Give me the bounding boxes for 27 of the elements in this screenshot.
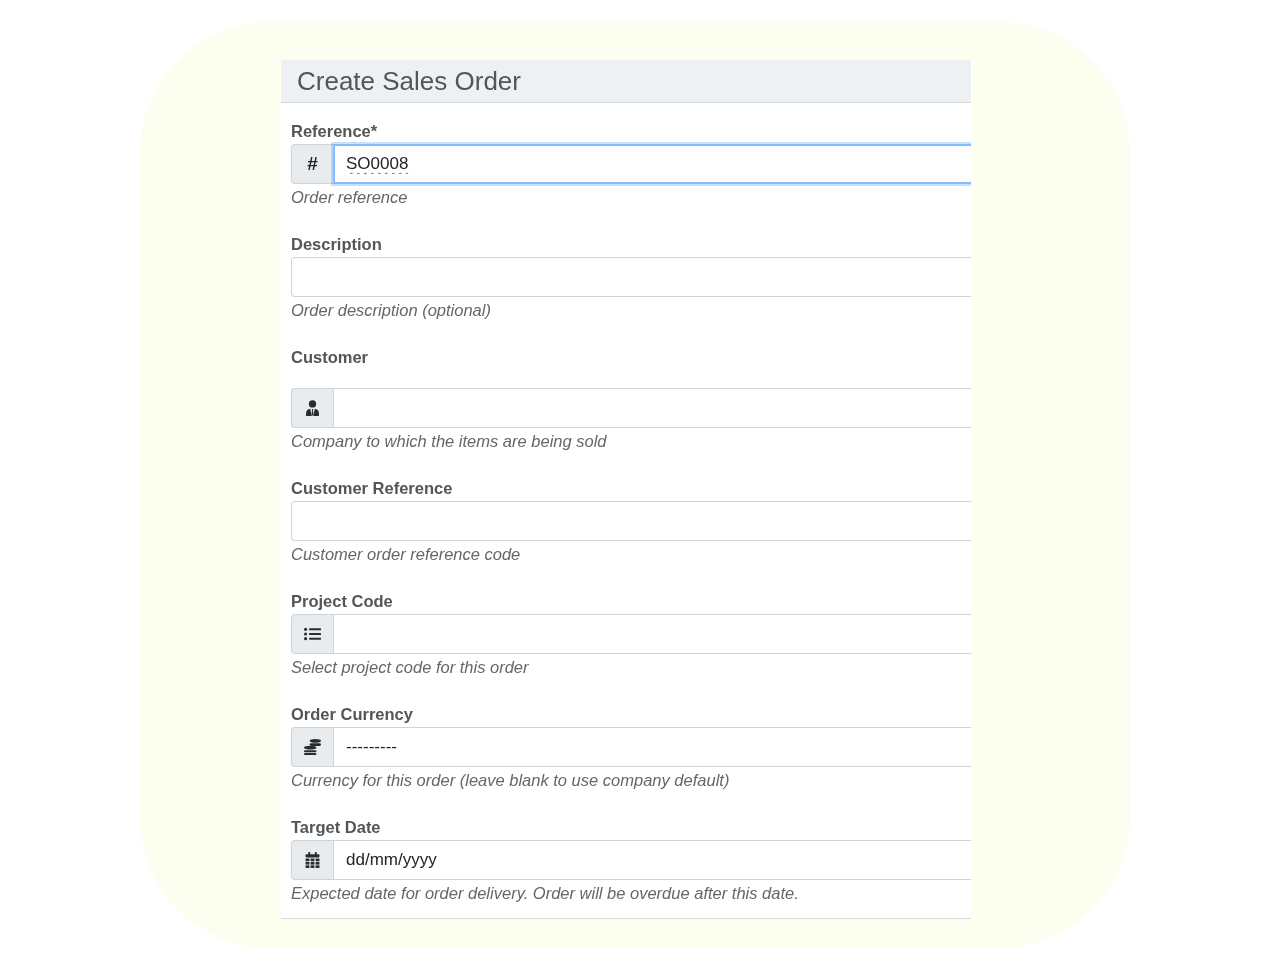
field-label: Customer Reference — [291, 478, 453, 498]
help-text: Currency for this order (leave blank to use company default) — [291, 770, 730, 791]
field-label: Reference* — [291, 121, 378, 141]
field-label: Project Code — [291, 591, 393, 611]
field-label: Description — [291, 234, 382, 254]
help-text: Expected date for order delivery. Order will be overdue after this date. — [291, 883, 799, 904]
help-text: Order description (optional) — [291, 300, 491, 321]
hash-symbol: # — [307, 153, 318, 175]
date-field[interactable]: dd/mm/yyyy — [333, 840, 971, 880]
calendar-icon — [305, 852, 320, 868]
field-label: Order Currency — [291, 704, 413, 724]
select-field[interactable]: --------- — [333, 727, 971, 767]
list-icon — [304, 627, 321, 641]
help-text: Select project code for this order — [291, 657, 529, 678]
select-field[interactable] — [333, 388, 971, 428]
text-input[interactable]: SO0008 — [333, 144, 971, 184]
text-input[interactable] — [291, 501, 971, 541]
person-icon — [305, 400, 320, 416]
form-title: Create Sales Order — [297, 66, 521, 96]
help-text: Customer order reference code — [291, 544, 521, 565]
select-field[interactable] — [333, 614, 971, 654]
coins-icon — [304, 739, 321, 755]
field-label: Customer — [291, 347, 368, 367]
field-label: Target Date — [291, 817, 381, 837]
text-input[interactable] — [291, 257, 971, 297]
help-text: Order reference — [291, 187, 408, 208]
help-text: Company to which the items are being sold — [291, 431, 607, 452]
